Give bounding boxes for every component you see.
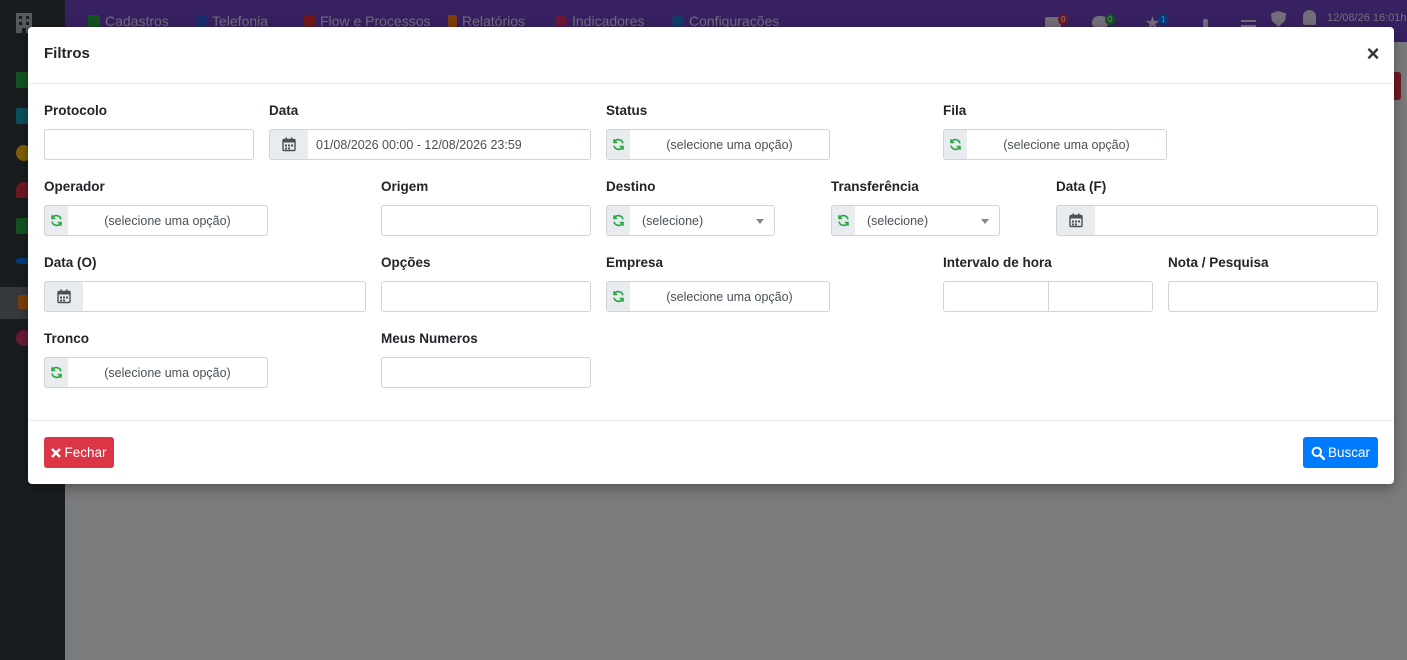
- close-icon[interactable]: ×: [1362, 42, 1384, 66]
- origem-input[interactable]: [381, 205, 591, 236]
- modal-title: Filtros: [44, 45, 90, 62]
- fila-label: Fila: [943, 103, 967, 118]
- refresh-icon[interactable]: [831, 205, 856, 236]
- refresh-icon[interactable]: [606, 281, 631, 312]
- field-data: Data: [269, 102, 591, 160]
- empresa-select[interactable]: (selecione uma opção): [630, 281, 830, 312]
- buscar-label: Buscar: [1327, 445, 1371, 460]
- field-operador: Operador (selecione uma opção): [44, 178, 268, 236]
- fila-select[interactable]: (selecione uma opção): [967, 129, 1167, 160]
- close-x-icon: [51, 447, 62, 458]
- field-data-f: Data (F): [1056, 178, 1378, 236]
- protocolo-input[interactable]: [44, 129, 254, 160]
- hora-inicio-input[interactable]: [943, 281, 1049, 312]
- hora-fim-input[interactable]: [1048, 281, 1153, 312]
- origem-label: Origem: [381, 179, 429, 194]
- field-intervalo-hora: Intervalo de hora: [943, 254, 1153, 312]
- field-meus-numeros: Meus Numeros: [381, 330, 591, 388]
- destino-select[interactable]: (selecione): [630, 205, 775, 236]
- buscar-button[interactable]: Buscar: [1303, 437, 1378, 468]
- field-transferencia: Transferência (selecione): [831, 178, 1000, 236]
- field-fila: Fila (selecione uma opção): [943, 102, 1167, 160]
- meus-numeros-label: Meus Numeros: [381, 331, 478, 346]
- meus-numeros-input[interactable]: [381, 357, 591, 388]
- refresh-icon[interactable]: [943, 129, 968, 160]
- refresh-icon[interactable]: [606, 129, 631, 160]
- field-empresa: Empresa (selecione uma opção): [606, 254, 830, 312]
- field-tronco: Tronco (selecione uma opção): [44, 330, 268, 388]
- field-destino: Destino (selecione): [606, 178, 775, 236]
- field-opcoes: Opções: [381, 254, 591, 312]
- calendar-icon[interactable]: [269, 129, 309, 160]
- data-range-input[interactable]: [308, 129, 591, 160]
- nota-pesquisa-input[interactable]: [1168, 281, 1378, 312]
- field-protocolo: Protocolo: [44, 102, 254, 160]
- transferencia-select[interactable]: (selecione): [855, 205, 1000, 236]
- data-f-input[interactable]: [1095, 205, 1378, 236]
- data-o-label: Data (O): [44, 255, 97, 270]
- tronco-select[interactable]: (selecione uma opção): [68, 357, 268, 388]
- nota-pesquisa-label: Nota / Pesquisa: [1168, 255, 1269, 270]
- opcoes-label: Opções: [381, 255, 431, 270]
- chevron-down-icon: [756, 219, 764, 224]
- fechar-button[interactable]: Fechar: [44, 437, 114, 468]
- transferencia-label: Transferência: [831, 179, 919, 194]
- modal-header: Filtros ×: [28, 27, 1394, 84]
- protocolo-label: Protocolo: [44, 103, 107, 118]
- modal-footer: Fechar Buscar: [28, 420, 1394, 484]
- destino-selected-value: (selecione): [642, 213, 704, 228]
- data-o-input[interactable]: [83, 281, 366, 312]
- search-icon: [1311, 446, 1325, 460]
- fechar-label: Fechar: [64, 445, 107, 460]
- status-select[interactable]: (selecione uma opção): [630, 129, 830, 160]
- refresh-icon[interactable]: [606, 205, 631, 236]
- filters-modal: Filtros × Protocolo Data Status (selecio…: [28, 27, 1394, 484]
- status-label: Status: [606, 103, 648, 118]
- destino-label: Destino: [606, 179, 656, 194]
- calendar-icon[interactable]: [1056, 205, 1096, 236]
- calendar-icon[interactable]: [44, 281, 84, 312]
- refresh-icon[interactable]: [44, 205, 69, 236]
- field-origem: Origem: [381, 178, 591, 236]
- operador-label: Operador: [44, 179, 105, 194]
- data-label: Data: [269, 103, 299, 118]
- data-f-label: Data (F): [1056, 179, 1107, 194]
- operador-select[interactable]: (selecione uma opção): [68, 205, 268, 236]
- field-status: Status (selecione uma opção): [606, 102, 830, 160]
- refresh-icon[interactable]: [44, 357, 69, 388]
- transferencia-selected-value: (selecione): [867, 213, 929, 228]
- tronco-label: Tronco: [44, 331, 90, 346]
- field-nota-pesquisa: Nota / Pesquisa: [1168, 254, 1378, 312]
- chevron-down-icon: [981, 219, 989, 224]
- opcoes-input[interactable]: [381, 281, 591, 312]
- field-data-o: Data (O): [44, 254, 366, 312]
- empresa-label: Empresa: [606, 255, 664, 270]
- intervalo-hora-label: Intervalo de hora: [943, 255, 1052, 270]
